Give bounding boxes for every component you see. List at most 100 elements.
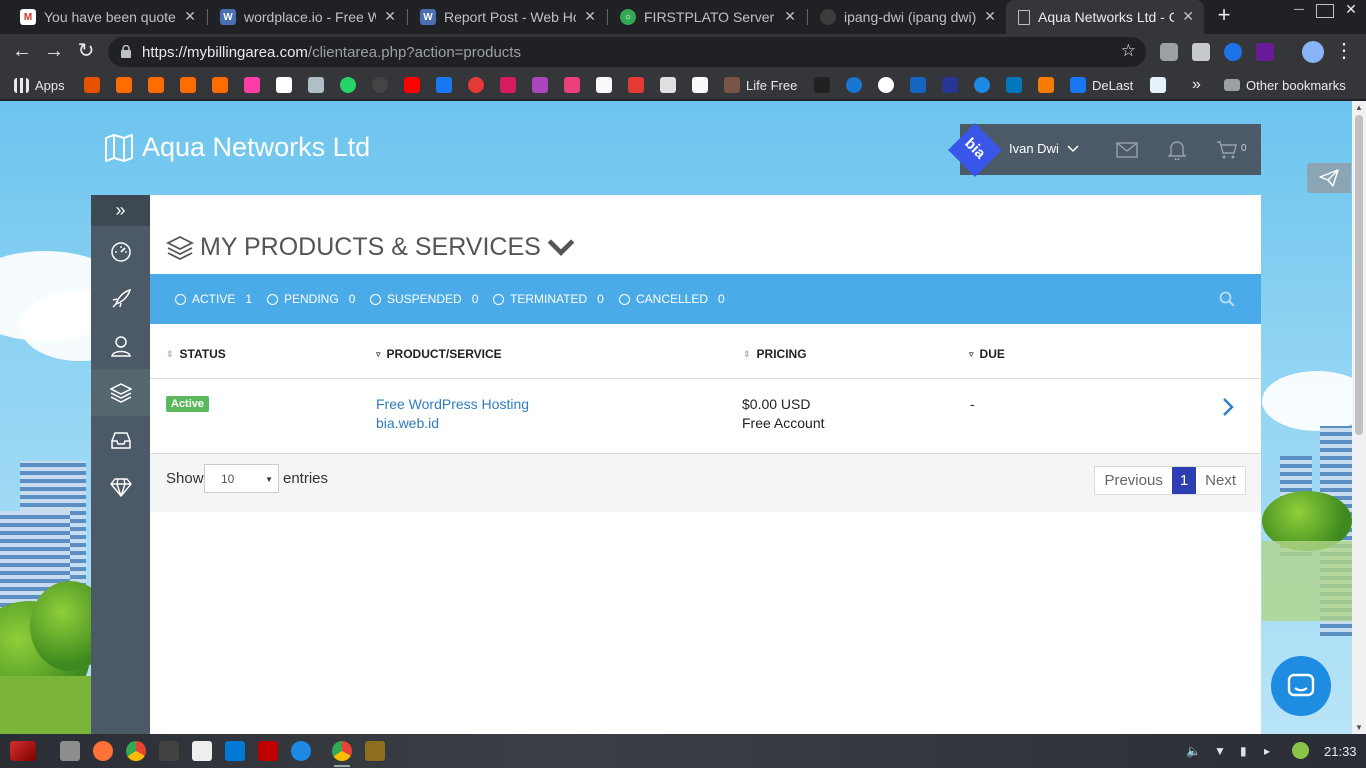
battery-icon[interactable]: ▮	[1240, 744, 1247, 758]
restore-icon[interactable]	[1316, 4, 1334, 18]
bookmark-icon[interactable]	[1150, 76, 1166, 94]
forward-icon[interactable]: →	[42, 40, 66, 64]
filezilla-icon[interactable]	[258, 741, 278, 761]
bookmark-star-icon[interactable]: ☆	[1121, 41, 1136, 61]
site-brand[interactable]: Aqua Networks Ltd	[104, 132, 370, 163]
chrome-active-icon[interactable]	[332, 741, 352, 767]
bookmark-icon[interactable]	[212, 76, 228, 94]
sidebar-item-products[interactable]	[91, 369, 150, 416]
column-product[interactable]: ▿ PRODUCT/SERVICE	[376, 347, 502, 361]
bookmark-icon[interactable]	[148, 76, 164, 94]
close-icon[interactable]: ✕	[984, 8, 996, 25]
extension-icon[interactable]	[1256, 43, 1274, 61]
extension-icon[interactable]	[1224, 43, 1242, 61]
facebook-icon[interactable]	[436, 76, 452, 94]
bookmark-life-free[interactable]: Life Free	[724, 76, 797, 94]
bookmark-icon[interactable]	[1038, 76, 1054, 94]
sidebar-item-services[interactable]	[91, 275, 150, 322]
tab-github[interactable]: ipang-dwi (ipang dwi) ✕	[808, 0, 1006, 34]
scrollbar-thumb[interactable]	[1355, 115, 1363, 435]
close-icon[interactable]: ✕	[784, 8, 796, 25]
tab-report-post[interactable]: W Report Post - Web Host ✕	[408, 0, 606, 34]
start-menu-icon[interactable]	[10, 741, 36, 761]
extension-icon[interactable]	[1192, 43, 1210, 61]
tab-aqua-networks[interactable]: Aqua Networks Ltd - C ✕	[1006, 0, 1204, 34]
chat-launcher-button[interactable]	[1271, 656, 1331, 716]
bookmark-icon[interactable]	[532, 76, 548, 94]
volume-icon[interactable]: 🔈	[1186, 744, 1201, 758]
table-row[interactable]: Active Free WordPress Hosting bia.web.id…	[150, 379, 1261, 454]
mail-icon[interactable]	[1114, 137, 1140, 163]
bookmark-icon[interactable]	[308, 76, 324, 94]
domain-link[interactable]: bia.web.id	[376, 414, 529, 433]
column-due[interactable]: ▿ DUE	[969, 347, 1005, 361]
vscode-icon[interactable]	[225, 741, 245, 761]
bookmark-icon[interactable]	[660, 76, 676, 94]
bookmarks-overflow-button[interactable]: »	[1192, 76, 1201, 94]
close-icon[interactable]: ✕	[384, 8, 396, 25]
github-icon[interactable]	[372, 76, 388, 94]
menu-dots-icon[interactable]: ⋮	[1332, 40, 1356, 64]
tab-server-status[interactable]: ○ FIRSTPLATO Server Sta ✕	[608, 0, 806, 34]
close-icon[interactable]: ✕	[1182, 8, 1194, 25]
bookmark-icon[interactable]	[244, 76, 260, 94]
bookmark-delast[interactable]: DeLast	[1070, 76, 1133, 94]
whatsapp-icon[interactable]	[340, 76, 356, 94]
bookmark-icon[interactable]	[564, 76, 580, 94]
bookmark-icon[interactable]	[116, 76, 132, 94]
column-pricing[interactable]: ⇕ PRICING	[743, 347, 807, 361]
sidebar-item-dashboard[interactable]	[91, 228, 150, 275]
update-icon[interactable]	[1292, 742, 1309, 759]
next-button[interactable]: Next	[1196, 467, 1245, 494]
filter-pending[interactable]: PENDING 0	[267, 292, 355, 306]
vertical-scrollbar[interactable]: ▲ ▼	[1352, 101, 1366, 734]
bookmark-icon[interactable]	[942, 76, 958, 94]
page-1-button[interactable]: 1	[1171, 467, 1197, 494]
document-icon[interactable]	[192, 741, 212, 761]
close-icon[interactable]: ✕	[584, 8, 596, 25]
bookmark-icon[interactable]	[1006, 76, 1022, 94]
firefox-icon[interactable]	[93, 741, 113, 761]
scroll-up-icon[interactable]: ▲	[1355, 103, 1363, 112]
youtube-icon[interactable]	[404, 76, 420, 94]
bell-icon[interactable]	[1164, 137, 1190, 163]
filter-suspended[interactable]: SUSPENDED 0	[370, 292, 478, 306]
chrome-icon[interactable]	[126, 741, 146, 761]
bookmark-icon[interactable]	[84, 76, 100, 94]
bookmark-icon[interactable]	[692, 76, 708, 94]
minimize-icon[interactable]: —	[1290, 4, 1308, 18]
camera-extension-icon[interactable]	[1160, 43, 1178, 61]
tab-gmail[interactable]: M You have been quoted ✕	[8, 0, 206, 34]
search-icon[interactable]	[1219, 291, 1235, 307]
chevron-right-icon[interactable]	[1221, 397, 1235, 417]
bookmark-icon[interactable]	[814, 76, 830, 94]
tab-wordplace[interactable]: W wordplace.io - Free Wo ✕	[208, 0, 406, 34]
filter-terminated[interactable]: TERMINATED 0	[493, 292, 604, 306]
bookmark-icon[interactable]	[596, 76, 612, 94]
filter-active[interactable]: ACTIVE 1	[175, 292, 252, 306]
bookmark-apps[interactable]: Apps	[14, 76, 65, 94]
terminal-icon[interactable]	[159, 741, 179, 761]
product-link[interactable]: Free WordPress Hosting	[376, 395, 529, 414]
previous-button[interactable]: Previous	[1095, 467, 1171, 494]
page-title[interactable]: MY PRODUCTS & SERVICES	[166, 233, 575, 262]
close-icon[interactable]: ✕	[184, 8, 196, 25]
close-window-icon[interactable]: ✕	[1342, 2, 1360, 18]
bookmark-icon[interactable]	[628, 76, 644, 94]
address-bar[interactable]: https://mybillingarea.com /clientarea.ph…	[108, 37, 1146, 67]
tray-expand-icon[interactable]: ▸	[1264, 744, 1270, 758]
sidebar-toggle-button[interactable]: »	[91, 195, 150, 226]
bookmark-icon[interactable]	[180, 76, 196, 94]
files-icon[interactable]	[60, 741, 80, 761]
bookmark-icon[interactable]	[846, 76, 862, 94]
scroll-down-icon[interactable]: ▼	[1355, 723, 1363, 732]
send-feedback-button[interactable]	[1307, 163, 1351, 193]
entries-select[interactable]: 10 ▼	[204, 464, 279, 493]
new-tab-button[interactable]: +	[1212, 4, 1236, 28]
sidebar-item-support[interactable]	[91, 416, 150, 463]
bookmark-icon[interactable]	[468, 76, 484, 94]
teamviewer-icon[interactable]	[291, 741, 311, 761]
app-icon[interactable]	[365, 741, 385, 761]
wifi-icon[interactable]: ▼	[1214, 744, 1226, 758]
bookmark-icon[interactable]	[910, 76, 926, 94]
